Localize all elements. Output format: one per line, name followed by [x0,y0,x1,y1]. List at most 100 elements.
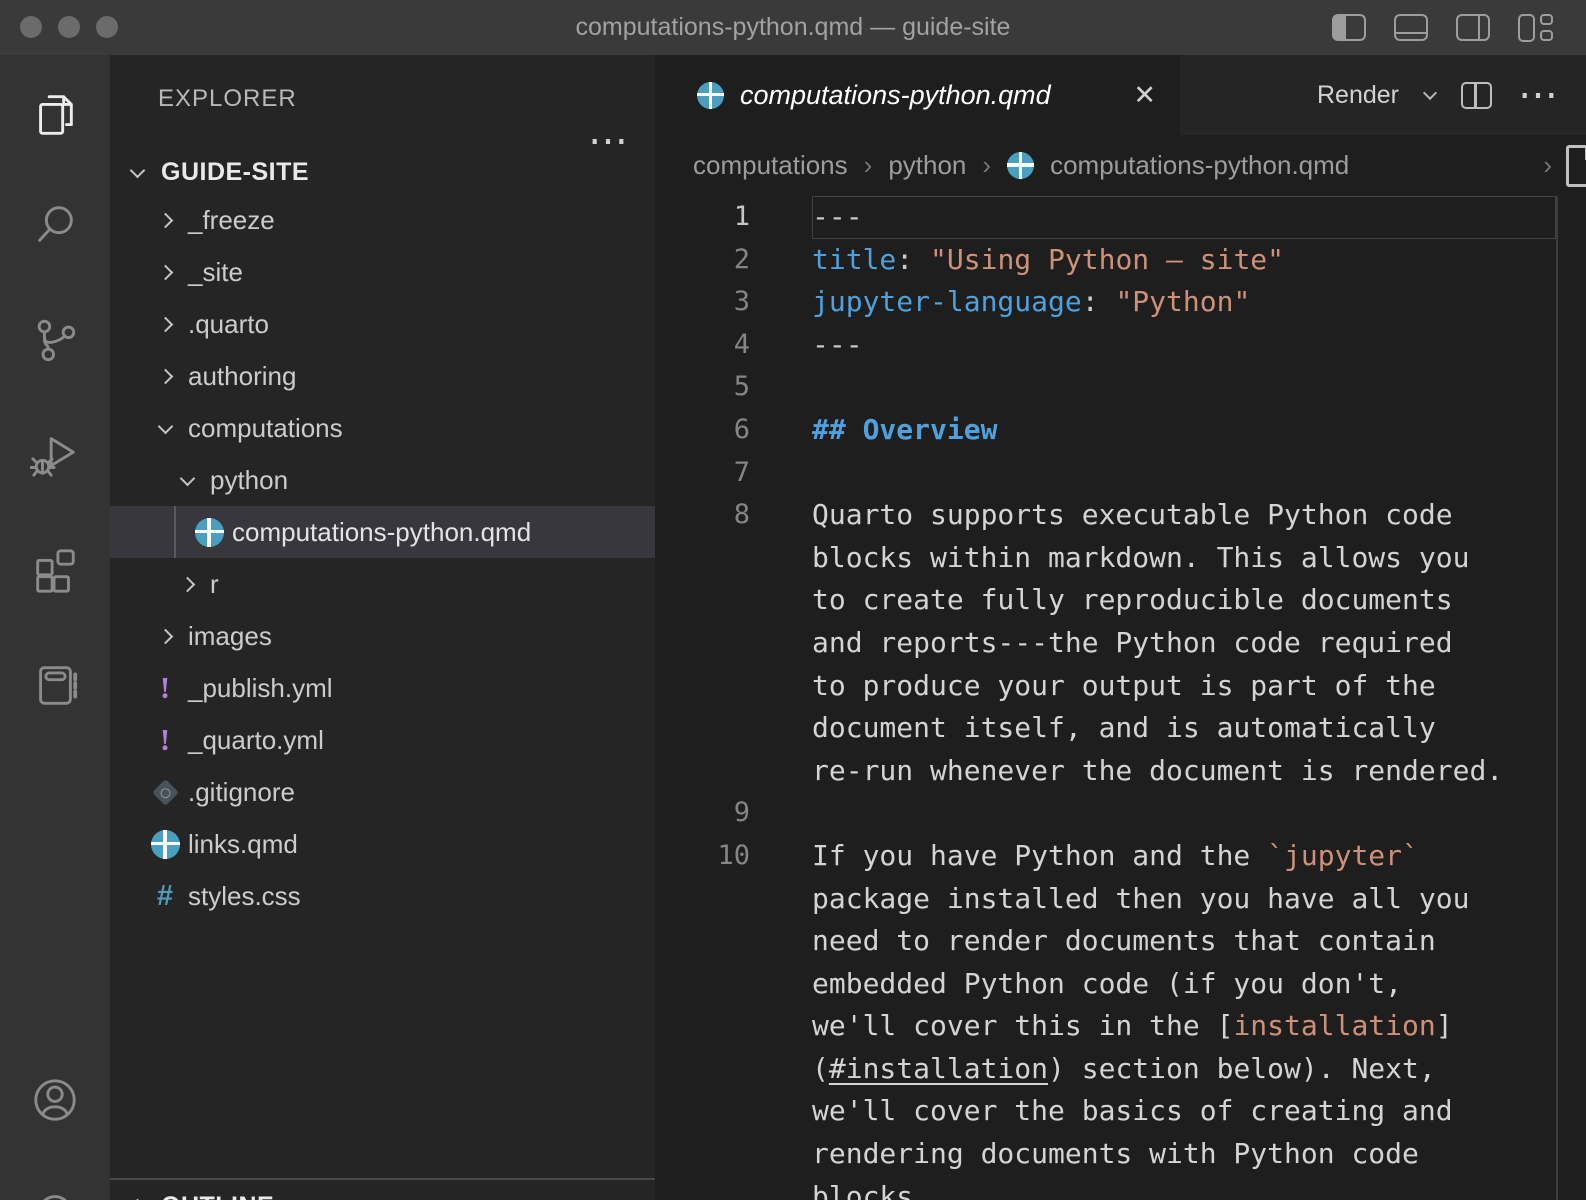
tree-item--quarto-yml[interactable]: !_quarto.yml [110,714,655,766]
code-line-content[interactable]: embedded Python code (if you don't, [812,963,1556,1006]
line-number: 7 [655,452,750,495]
code-line-content[interactable]: we'll cover this in the [installation] [812,1005,1556,1048]
outline-section[interactable]: OUTLINE [110,1178,655,1200]
code-editor[interactable]: 1---2title: "Using Python — site"3jupyte… [655,196,1586,1200]
workspace-section-header[interactable]: GUIDE-SITE [110,147,655,197]
breadcrumb-item[interactable]: computations-python.qmd [1050,150,1349,181]
code-line-content[interactable]: blocks. [812,1176,1556,1200]
breadcrumb-item[interactable]: python [888,150,966,181]
notebook-icon[interactable] [30,660,80,710]
tree-item-icon-slot [150,205,180,235]
code-line[interactable]: need to render documents that contain [655,920,1586,963]
code-line-content[interactable]: --- [812,324,1556,367]
tree-item-images[interactable]: images [110,610,655,662]
code-line[interactable]: (#installation) section below). Next, [655,1048,1586,1091]
code-line[interactable]: 6## Overview [655,409,1586,452]
editor-right-border [1556,196,1558,1200]
code-line[interactable]: to produce your output is part of the [655,665,1586,708]
account-icon[interactable] [30,1075,80,1125]
explorer-icon[interactable] [30,90,80,140]
tree-item-label: python [210,465,288,496]
close-tab-icon[interactable]: ✕ [1133,80,1156,111]
code-line[interactable]: document itself, and is automatically [655,707,1586,750]
customize-layout-icon[interactable] [1518,13,1560,43]
quarto-file-icon [151,830,180,859]
render-button[interactable]: Render [1317,81,1399,110]
code-line-content[interactable]: jupyter-language: "Python" [812,281,1556,324]
code-line[interactable]: embedded Python code (if you don't, [655,963,1586,1006]
code-line[interactable]: package installed then you have all you [655,878,1586,921]
code-line[interactable]: 8Quarto supports executable Python code [655,494,1586,537]
code-line[interactable]: 10If you have Python and the `jupyter` [655,835,1586,878]
code-line-content[interactable]: to create fully reproducible documents [812,579,1556,622]
tab-computations-python[interactable]: computations-python.qmd ✕ [655,55,1180,135]
code-line[interactable]: and reports---the Python code required [655,622,1586,665]
code-line-content[interactable]: ## Overview [812,409,1556,452]
code-line[interactable]: blocks within markdown. This allows you [655,537,1586,580]
tree-item-styles-css[interactable]: #styles.css [110,870,655,922]
tree-item-authoring[interactable]: authoring [110,350,655,402]
code-line[interactable]: 9 [655,792,1586,835]
code-line-content[interactable]: to produce your output is part of the [812,665,1556,708]
code-line[interactable]: re-run whenever the document is rendered… [655,750,1586,793]
breadcrumb-item[interactable]: computations [693,150,848,181]
code-line[interactable]: 3jupyter-language: "Python" [655,281,1586,324]
code-line-content[interactable]: package installed then you have all you [812,878,1556,921]
tree-item-computations[interactable]: computations [110,402,655,454]
run-and-debug-icon[interactable] [30,430,80,480]
code-line-content[interactable]: and reports---the Python code required [812,622,1556,665]
git-file-icon [152,779,179,806]
code-line-content[interactable]: re-run whenever the document is rendered… [812,750,1556,793]
extensions-icon[interactable] [30,545,80,595]
code-line-content[interactable] [812,792,1556,835]
editor-more-actions-icon[interactable]: ⋯ [1518,85,1558,105]
tree-item-links-qmd[interactable]: links.qmd [110,818,655,870]
code-line[interactable]: we'll cover this in the [installation] [655,1005,1586,1048]
tree-item-label: .gitignore [188,777,295,808]
tree-item--gitignore[interactable]: .gitignore [110,766,655,818]
code-line[interactable]: we'll cover the basics of creating and [655,1090,1586,1133]
code-line-content[interactable]: we'll cover the basics of creating and [812,1090,1556,1133]
code-line[interactable]: 5 [655,366,1586,409]
tree-item-label: images [188,621,272,652]
toggle-primary-sidebar-icon[interactable] [1332,14,1366,41]
render-dropdown-icon[interactable] [1423,86,1437,100]
code-line-content[interactable]: --- [812,196,1556,239]
vscode-window: computations-python.qmd — guide-site EXP… [0,0,1586,1200]
code-line-content[interactable]: blocks within markdown. This allows you [812,537,1556,580]
tree-item-python[interactable]: python [110,454,655,506]
toggle-panel-icon[interactable] [1394,14,1428,41]
code-line-content[interactable]: document itself, and is automatically [812,707,1556,750]
tree-item--site[interactable]: _site [110,246,655,298]
code-line[interactable]: 2title: "Using Python — site" [655,239,1586,282]
source-control-icon[interactable] [30,315,80,365]
tree-item-computations-python-qmd[interactable]: computations-python.qmd [110,506,655,558]
tree-item--publish-yml[interactable]: !_publish.yml [110,662,655,714]
tree-item-icon-slot [172,569,202,599]
line-number [655,579,750,622]
settings-gear-icon[interactable] [30,1187,80,1200]
code-line[interactable]: 4--- [655,324,1586,367]
line-number [655,665,750,708]
code-line-content[interactable] [812,366,1556,409]
code-line[interactable]: rendering documents with Python code [655,1133,1586,1176]
tree-item-r[interactable]: r [110,558,655,610]
code-line[interactable]: 7 [655,452,1586,495]
split-editor-icon[interactable] [1461,82,1492,109]
search-icon[interactable] [30,200,80,250]
code-line-content[interactable]: rendering documents with Python code [812,1133,1556,1176]
code-token-key: title [812,243,896,276]
code-line[interactable]: to create fully reproducible documents [655,579,1586,622]
toggle-secondary-sidebar-icon[interactable] [1456,14,1490,41]
code-token-plain: re-run whenever the document is rendered… [812,754,1503,787]
tree-item--freeze[interactable]: _freeze [110,194,655,246]
code-line[interactable]: blocks. [655,1176,1586,1200]
tree-item--quarto[interactable]: .quarto [110,298,655,350]
code-line-content[interactable]: (#installation) section below). Next, [812,1048,1556,1091]
code-line-content[interactable]: title: "Using Python — site" [812,239,1556,282]
code-line[interactable]: 1--- [655,196,1586,239]
code-line-content[interactable]: If you have Python and the `jupyter` [812,835,1556,878]
code-line-content[interactable]: Quarto supports executable Python code [812,494,1556,537]
code-line-content[interactable]: need to render documents that contain [812,920,1556,963]
code-line-content[interactable] [812,452,1556,495]
